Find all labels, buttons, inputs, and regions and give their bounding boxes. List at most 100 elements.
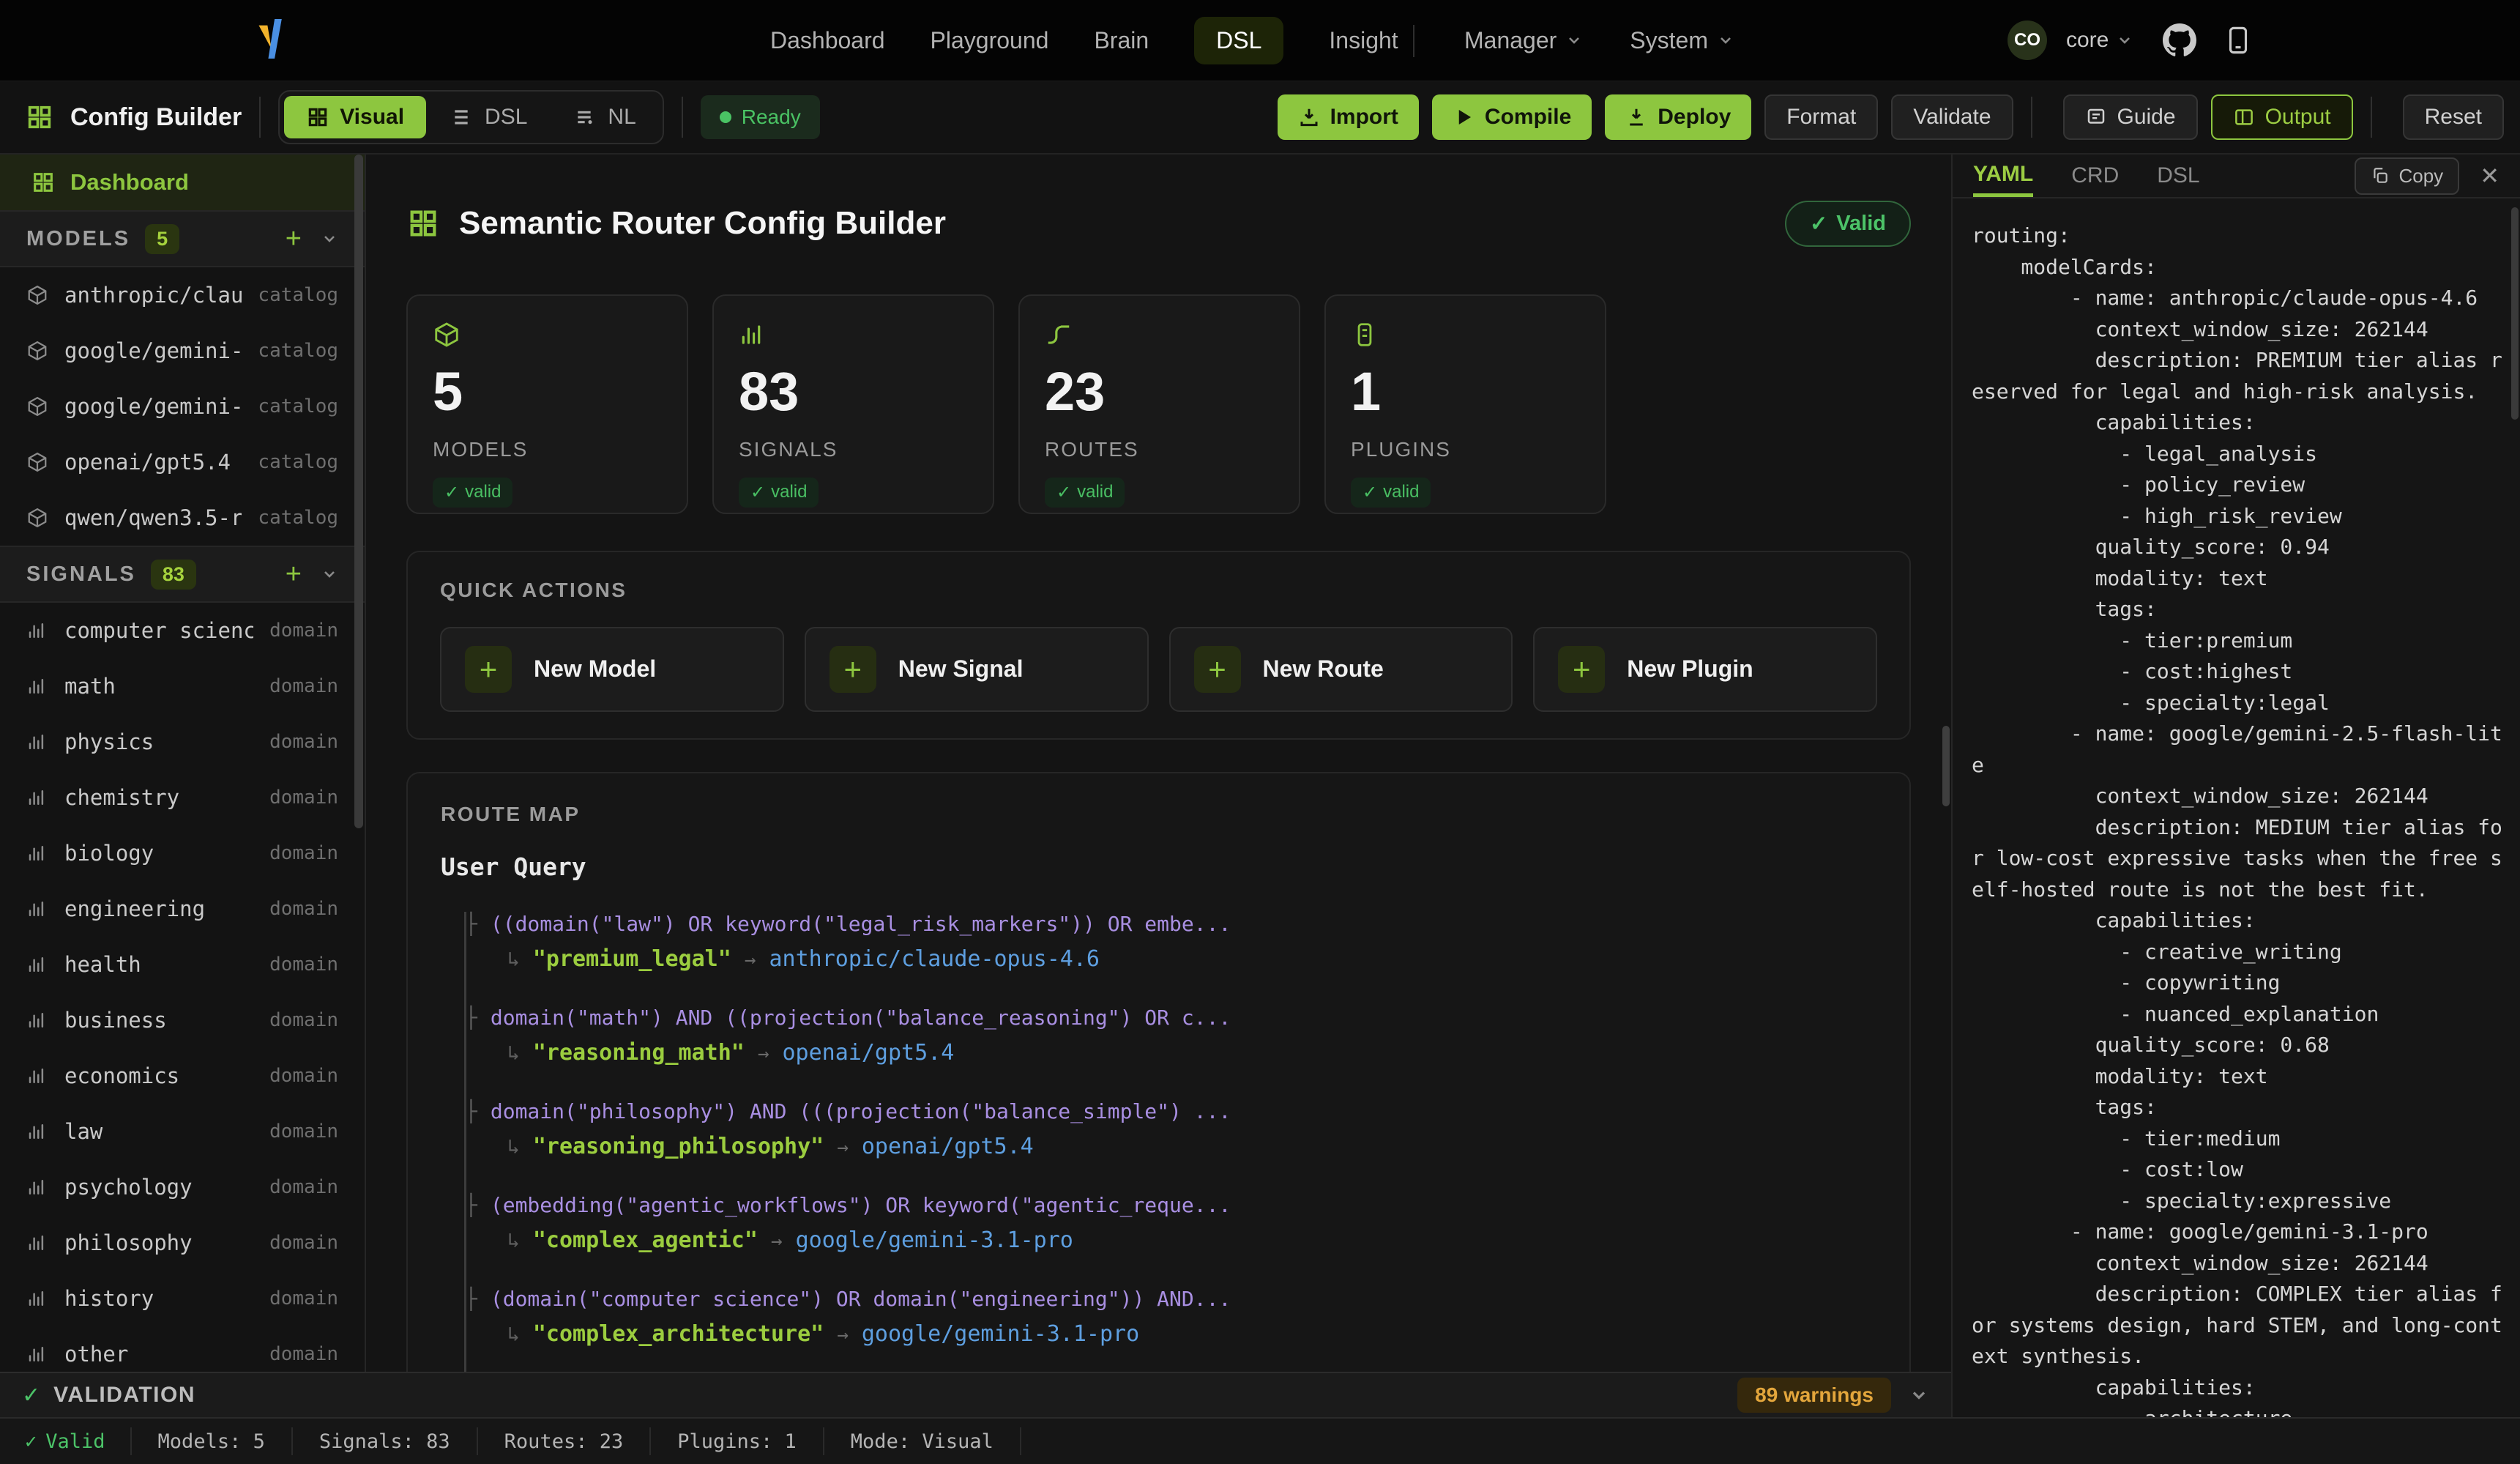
deploy-button[interactable]: Deploy xyxy=(1605,94,1751,140)
route-entry[interactable]: ├domain("math") AND ((projection("balanc… xyxy=(466,1006,1876,1066)
chevron-down-icon xyxy=(1717,31,1734,49)
avatar[interactable]: CO xyxy=(2008,21,2047,60)
signal-list-item[interactable]: computer science domain xyxy=(0,603,365,658)
model-list-item[interactable]: google/gemini-3.… catalog xyxy=(0,379,365,434)
signal-list-item[interactable]: philosophy domain xyxy=(0,1215,365,1271)
tab-crd[interactable]: CRD xyxy=(2071,155,2119,197)
quick-action-button[interactable]: + New Model xyxy=(440,627,784,712)
signal-type-tag: domain xyxy=(269,731,338,753)
signal-list-item[interactable]: math domain xyxy=(0,658,365,714)
profile-menu[interactable]: core xyxy=(2066,28,2133,53)
signal-list-item[interactable]: physics domain xyxy=(0,714,365,770)
nav-item-dashboard[interactable]: Dashboard xyxy=(770,27,885,54)
stat-card-signals[interactable]: 83 SIGNALS ✓valid xyxy=(712,294,994,514)
signal-list-item[interactable]: chemistry domain xyxy=(0,770,365,825)
validate-button[interactable]: Validate xyxy=(1891,94,2013,140)
nav-item-insight[interactable]: Insight xyxy=(1329,27,1398,54)
signal-list-item[interactable]: health domain xyxy=(0,937,365,992)
route-entry[interactable]: ├((domain("law") OR keyword("legal_risk_… xyxy=(466,912,1876,972)
signal-name: physics xyxy=(64,729,154,754)
signal-list-item[interactable]: psychology domain xyxy=(0,1159,365,1215)
signal-list-item[interactable]: economics domain xyxy=(0,1048,365,1104)
nav-item-dsl[interactable]: DSL xyxy=(1194,17,1283,64)
copy-button[interactable]: Copy xyxy=(2355,157,2459,195)
divider xyxy=(259,97,261,138)
sidebar-item-dashboard[interactable]: Dashboard xyxy=(0,155,365,210)
chevron-down-icon[interactable] xyxy=(321,230,338,248)
signal-type-tag: domain xyxy=(269,1343,338,1365)
signal-list-item[interactable]: history domain xyxy=(0,1271,365,1326)
models-list: anthropic/claude… catalog google/gemini-… xyxy=(0,267,365,546)
route-entry[interactable]: ├domain("philosophy") AND (((projection(… xyxy=(466,1099,1876,1159)
route-map-title: ROUTE MAP xyxy=(441,803,1876,826)
main-scrollbar[interactable] xyxy=(1942,726,1950,806)
github-icon[interactable] xyxy=(2163,23,2196,57)
output-button[interactable]: Output xyxy=(2211,94,2353,140)
models-header-label: MODELS xyxy=(26,227,130,251)
add-model-button[interactable]: + xyxy=(286,225,302,253)
nav-item-brain[interactable]: Brain xyxy=(1094,27,1149,54)
status-bar: ✓ Valid Models: 5 Signals: 83 Routes: 23… xyxy=(0,1417,2520,1464)
divider xyxy=(2371,97,2372,138)
nav-item-playground[interactable]: Playground xyxy=(931,27,1049,54)
signal-name: other xyxy=(64,1342,128,1367)
device-icon[interactable] xyxy=(2223,25,2254,56)
compile-button[interactable]: Compile xyxy=(1432,94,1592,140)
copy-icon xyxy=(2371,166,2390,185)
signal-list-item[interactable]: biology domain xyxy=(0,825,365,881)
mode-visual-button[interactable]: Visual xyxy=(284,96,426,138)
sidebar-scrollbar[interactable] xyxy=(354,155,363,828)
reset-button[interactable]: Reset xyxy=(2403,94,2504,140)
model-list-item[interactable]: openai/gpt5.4 catalog xyxy=(0,434,365,490)
model-list-item[interactable]: anthropic/claude… catalog xyxy=(0,267,365,323)
signal-list-item[interactable]: law domain xyxy=(0,1104,365,1159)
signal-list-item[interactable]: engineering domain xyxy=(0,881,365,937)
tab-yaml[interactable]: YAML xyxy=(1973,155,2033,197)
model-source-tag: catalog xyxy=(258,451,338,473)
mode-dsl-button[interactable]: DSL xyxy=(429,96,549,138)
signal-list-item[interactable]: other domain xyxy=(0,1326,365,1372)
chevron-down-icon xyxy=(2116,31,2133,49)
route-entry[interactable]: ├(domain("computer science") OR domain("… xyxy=(466,1287,1876,1347)
mode-nl-button[interactable]: NL xyxy=(552,96,657,138)
add-signal-button[interactable]: + xyxy=(286,560,302,588)
stat-card-routes[interactable]: 23 ROUTES ✓valid xyxy=(1018,294,1300,514)
route-entry[interactable]: ├(embedding("agentic_workflows") OR keyw… xyxy=(466,1193,1876,1253)
app-logo[interactable] xyxy=(256,19,291,59)
quick-action-button[interactable]: + New Route xyxy=(1169,627,1513,712)
signal-bars-icon xyxy=(26,1065,48,1087)
signal-type-tag: domain xyxy=(269,1176,338,1198)
stat-card-models[interactable]: 5 MODELS ✓valid xyxy=(406,294,688,514)
quick-action-button[interactable]: + New Signal xyxy=(805,627,1149,712)
format-button[interactable]: Format xyxy=(1764,94,1878,140)
signal-name: engineering xyxy=(64,896,205,921)
signal-name: psychology xyxy=(64,1175,193,1200)
route-name: "complex_architecture" xyxy=(533,1321,824,1347)
close-icon[interactable]: ✕ xyxy=(2480,162,2500,190)
manager-menu[interactable]: Manager xyxy=(1464,27,1583,54)
signals-count-label: SIGNALS xyxy=(739,438,968,461)
plugins-count-label: PLUGINS xyxy=(1351,438,1580,461)
model-list-item[interactable]: google/gemini-2.… catalog xyxy=(0,323,365,379)
signal-list-item[interactable]: business domain xyxy=(0,992,365,1048)
signal-name: history xyxy=(64,1286,154,1311)
route-condition: domain("math") AND ((projection("balance… xyxy=(491,1006,1231,1030)
chevron-down-icon[interactable] xyxy=(1909,1385,1929,1405)
signals-count-badge: 83 xyxy=(151,560,196,590)
model-list-item[interactable]: qwen/qwen3.5-rocm catalog xyxy=(0,490,365,546)
guide-button[interactable]: Guide xyxy=(2063,94,2198,140)
quick-action-button[interactable]: + New Plugin xyxy=(1533,627,1877,712)
output-scrollbar[interactable] xyxy=(2511,207,2519,420)
routes-count: 23 xyxy=(1045,365,1274,419)
system-menu[interactable]: System xyxy=(1630,27,1734,54)
tab-dsl[interactable]: DSL xyxy=(2157,155,2199,197)
import-button[interactable]: Import xyxy=(1278,94,1419,140)
copy-label: Copy xyxy=(2398,165,2443,187)
stat-card-plugins[interactable]: 1 PLUGINS ✓valid xyxy=(1324,294,1606,514)
top-nav: Dashboard Playground Brain DSL Insight M… xyxy=(0,0,2520,81)
yaml-code-area[interactable]: routing: modelCards: - name: anthropic/c… xyxy=(1953,198,2520,1417)
signal-bars-icon xyxy=(26,787,48,809)
arrow-icon: → xyxy=(745,949,756,971)
validation-bar[interactable]: ✓ VALIDATION 89 warnings xyxy=(0,1372,1951,1417)
chevron-down-icon[interactable] xyxy=(321,565,338,583)
